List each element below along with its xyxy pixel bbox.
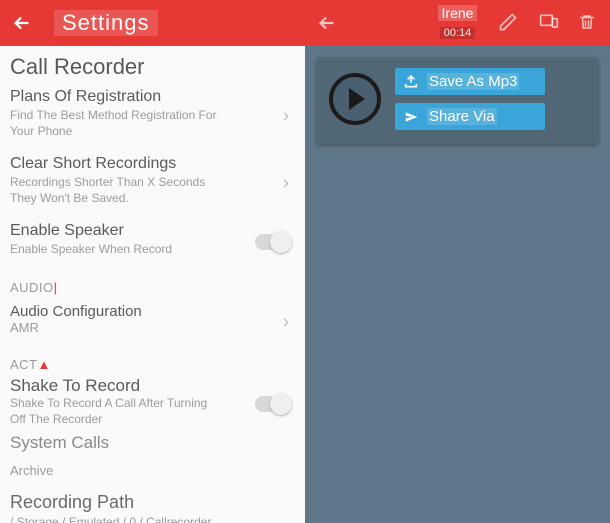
chevron-right-icon: ›: [283, 105, 289, 126]
page-title: Settings: [54, 10, 158, 36]
speaker-toggle[interactable]: [255, 234, 289, 250]
group-call-recorder: Call Recorder: [10, 54, 295, 80]
setting-plans[interactable]: Plans Of Registration Find The Best Meth…: [10, 82, 295, 149]
section-archive: Archive: [10, 463, 295, 478]
button-label: Share Via: [427, 108, 497, 125]
recording-path-value: / Storage / Emulated / 0 / Callrecorder: [10, 515, 295, 523]
share-via-button[interactable]: Share Via: [395, 103, 545, 130]
edit-icon[interactable]: [498, 12, 520, 34]
setting-subtitle: Enable Speaker When Record: [10, 242, 220, 258]
shake-toggle[interactable]: [255, 396, 289, 412]
back-icon[interactable]: [10, 11, 34, 35]
recording-duration: 00:14: [440, 27, 476, 39]
setting-title: Plans Of Registration: [10, 88, 295, 106]
setting-subtitle: Find The Best Method Registration For Yo…: [10, 108, 220, 139]
action-buttons: Save As Mp3 Share Via: [395, 68, 545, 130]
recording-card: Save As Mp3 Share Via: [317, 58, 598, 144]
setting-subtitle: Shake To Record A Call After Turning Off…: [10, 396, 220, 427]
setting-enable-speaker: Enable Speaker Enable Speaker When Recor…: [10, 216, 295, 268]
recording-header: Irene 00:14: [305, 0, 610, 46]
back-icon[interactable]: [315, 11, 339, 35]
setting-subtitle: Recordings Shorter Than X Seconds They W…: [10, 175, 220, 206]
setting-title: Enable Speaker: [10, 222, 295, 240]
export-icon: [403, 74, 419, 90]
setting-shake-to-record: Shake To Record Shake To Record A Call A…: [10, 376, 295, 431]
setting-subtitle: AMR: [10, 320, 295, 335]
header-title-block: Irene 00:14: [438, 5, 478, 41]
chevron-right-icon: ›: [283, 172, 289, 193]
settings-pane: Settings Call Recorder Plans Of Registra…: [0, 0, 305, 523]
setting-recording-path-title: Recording Path: [10, 492, 295, 513]
devices-icon[interactable]: [538, 12, 560, 34]
setting-title: Audio Configuration: [10, 303, 295, 320]
settings-header: Settings: [0, 0, 305, 46]
setting-title: Shake To Record: [10, 376, 295, 396]
button-label: Save As Mp3: [427, 73, 519, 90]
save-as-mp3-button[interactable]: Save As Mp3: [395, 68, 545, 95]
section-audio: AUDIO|: [10, 280, 295, 295]
trash-icon[interactable]: [578, 12, 600, 34]
setting-clear-short[interactable]: Clear Short Recordings Recordings Shorte…: [10, 149, 295, 216]
recording-pane: Irene 00:14 Save As Mp3: [305, 0, 610, 523]
share-icon: [403, 109, 419, 125]
section-act: ACT▲: [10, 357, 295, 372]
settings-content: Call Recorder Plans Of Registration Find…: [0, 46, 305, 523]
header-actions: [498, 12, 600, 34]
contact-name: Irene: [438, 5, 478, 21]
play-button[interactable]: [329, 73, 381, 125]
play-icon: [349, 88, 365, 110]
chevron-right-icon: ›: [283, 311, 289, 332]
setting-title: Clear Short Recordings: [10, 155, 295, 173]
setting-audio-config[interactable]: Audio Configuration AMR ›: [10, 299, 295, 345]
setting-system-calls[interactable]: System Calls: [10, 433, 295, 453]
